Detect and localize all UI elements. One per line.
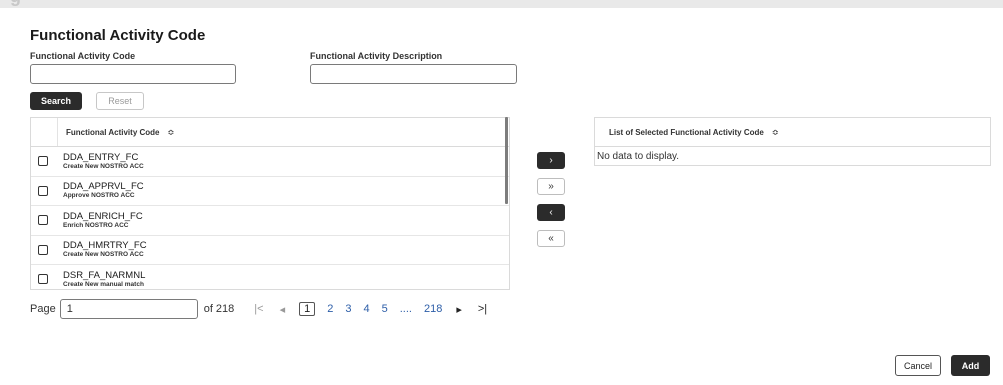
row-checkbox[interactable]: [38, 185, 48, 196]
row-checkbox[interactable]: [38, 244, 48, 255]
next-page-icon[interactable]: ▸: [456, 303, 462, 316]
cancel-button[interactable]: Cancel: [895, 355, 941, 376]
remove-selected-button[interactable]: ‹: [537, 204, 565, 221]
page-count: of 218: [203, 303, 235, 315]
table-header: Functional Activity Code ≎: [31, 118, 509, 147]
column-header-label: Functional Activity Code: [66, 127, 160, 137]
row-description: Enrich NOSTRO ACC: [63, 221, 129, 229]
page-number[interactable]: 5: [382, 303, 388, 315]
row-code: DSR_FA_NARMNL: [63, 269, 146, 281]
table-row[interactable]: DSR_FA_NARMNL Create New manual match: [31, 265, 509, 289]
selected-column-header[interactable]: List of Selected Functional Activity Cod…: [595, 118, 990, 147]
row-description: Create New manual match: [63, 280, 144, 288]
pagination: Page 1 of 218 |< ◂ 1 2 3 4 5 .... 218 ▸ …: [30, 299, 495, 319]
page-ellipsis: ....: [399, 303, 412, 315]
table-row[interactable]: DDA_ENRICH_FC Enrich NOSTRO ACC: [31, 206, 509, 236]
page-number[interactable]: 3: [345, 303, 351, 315]
row-checkbox[interactable]: [38, 215, 48, 226]
header-checkbox-column: [31, 118, 58, 146]
search-button[interactable]: Search: [30, 92, 82, 110]
code-input[interactable]: [30, 64, 236, 84]
move-selected-button[interactable]: ›: [537, 152, 565, 169]
row-description: Create New NOSTRO ACC: [63, 251, 144, 259]
page-number[interactable]: 2: [327, 303, 333, 315]
row-code: DDA_ENRICH_FC: [63, 210, 143, 222]
panel-title: Functional Activity Code: [30, 27, 206, 44]
row-description: Create New NOSTRO ACC: [63, 162, 144, 170]
empty-message: No data to display.: [597, 151, 680, 162]
table-row[interactable]: DDA_HMRTRY_FC Create New NOSTRO ACC: [31, 236, 509, 265]
previous-page-icon[interactable]: ◂: [280, 303, 286, 316]
row-code: DDA_HMRTRY_FC: [63, 240, 147, 252]
code-label: Functional Activity Code: [30, 51, 136, 61]
activity-table: Functional Activity Code ≎ DDA_ENTRY_FC C…: [30, 117, 510, 290]
remove-all-button[interactable]: «: [537, 230, 565, 247]
row-checkbox[interactable]: [38, 274, 48, 285]
table-row[interactable]: DDA_APPRVL_FC Approve NOSTRO ACC: [31, 177, 509, 206]
header-band: g: [0, 0, 1003, 8]
sort-icon[interactable]: ≎: [772, 128, 779, 137]
row-description: Approve NOSTRO ACC: [63, 192, 135, 200]
sort-icon[interactable]: ≎: [168, 128, 175, 137]
reset-button[interactable]: Reset: [96, 92, 144, 110]
selected-column-label: List of Selected Functional Activity Cod…: [609, 127, 764, 137]
move-all-button[interactable]: »: [537, 178, 565, 195]
table-row[interactable]: DDA_ENTRY_FC Create New NOSTRO ACC: [31, 147, 509, 177]
description-label: Functional Activity Description: [310, 51, 443, 61]
column-header-code[interactable]: Functional Activity Code ≎: [58, 128, 174, 137]
page-number[interactable]: 4: [363, 303, 369, 315]
page-label: Page: [30, 303, 56, 315]
row-code: DDA_ENTRY_FC: [63, 151, 139, 163]
row-checkbox[interactable]: [38, 156, 48, 167]
description-input[interactable]: [310, 64, 517, 84]
table-scrollbar[interactable]: [505, 117, 508, 204]
page-input[interactable]: 1: [59, 299, 198, 319]
page-number-current[interactable]: 1: [299, 302, 316, 316]
first-page-icon[interactable]: |<: [254, 303, 263, 315]
row-code: DDA_APPRVL_FC: [63, 181, 144, 193]
header-title: g: [10, 0, 21, 7]
add-button[interactable]: Add: [951, 355, 990, 376]
page-number-last[interactable]: 218: [424, 303, 442, 315]
last-page-icon[interactable]: >|: [478, 303, 487, 315]
